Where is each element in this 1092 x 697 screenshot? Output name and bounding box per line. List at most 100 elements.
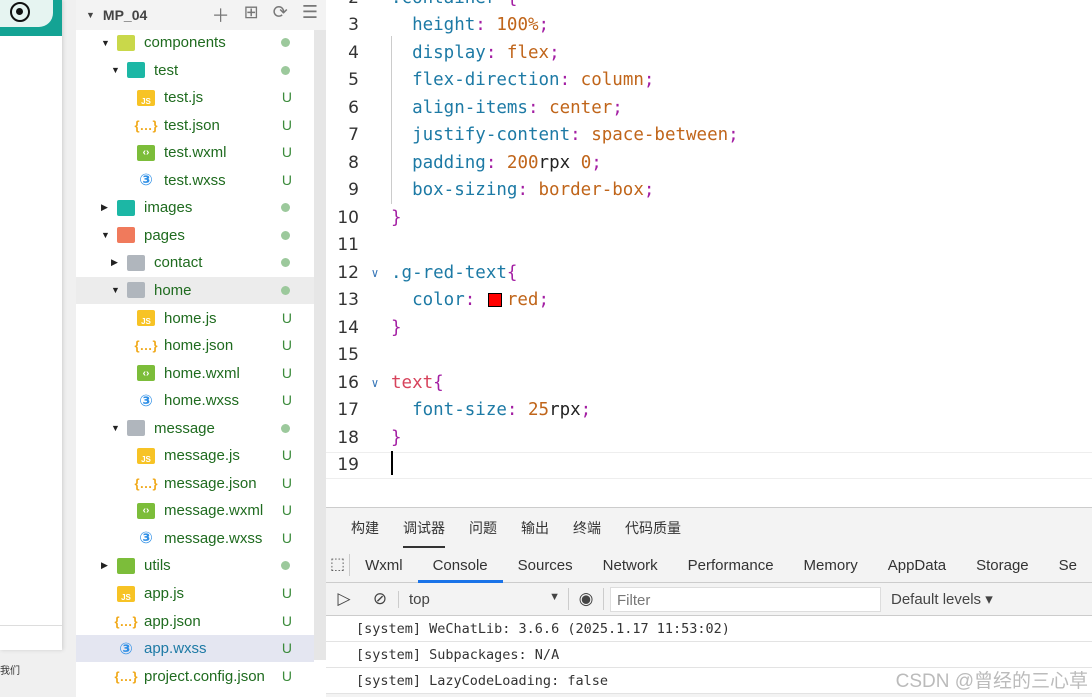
panel-tab[interactable]: 问题 — [469, 508, 497, 548]
tree-item[interactable]: {…} project.config.json U — [76, 663, 314, 690]
collapsed-arrow-icon[interactable]: ▶ — [111, 257, 121, 268]
code-line[interactable]: 13 color: red; — [326, 287, 1092, 314]
tree-item[interactable]: JS message.js U — [76, 442, 314, 469]
status-dot-icon — [281, 230, 290, 240]
clear-console-icon[interactable]: ⊘ — [362, 589, 398, 609]
code-line[interactable]: 6 align-items: center; — [326, 94, 1092, 121]
code-line[interactable]: 5 flex-direction: column; — [326, 67, 1092, 94]
tree-item[interactable]: JS home.js U — [76, 305, 314, 332]
code-line[interactable]: 19 — [326, 450, 1092, 479]
panel-tab[interactable]: 终端 — [573, 508, 601, 548]
tree-item[interactable]: ‹› message.wxml U — [76, 497, 314, 524]
devtools-tab[interactable]: Storage — [961, 548, 1044, 583]
devtools-tab[interactable]: AppData — [873, 548, 961, 583]
fold-arrow-icon[interactable]: ∨ — [359, 266, 391, 280]
new-file-icon[interactable]: ＋ — [212, 2, 230, 28]
tree-item[interactable]: ▶ images — [76, 194, 314, 221]
code-line[interactable]: 16 ∨ text{ — [326, 369, 1092, 396]
tree-item[interactable]: ③ home.wxss U — [76, 387, 314, 414]
devtools-tab[interactable]: Console — [417, 548, 503, 583]
code-token: } — [391, 427, 402, 448]
context-select[interactable]: top ▼ — [398, 590, 568, 608]
code-line[interactable]: 11 — [326, 232, 1092, 259]
expanded-arrow-icon[interactable]: ▼ — [101, 230, 111, 240]
line-number: 17 — [337, 400, 359, 420]
tree-item[interactable]: ▼ message — [76, 415, 314, 442]
tree-item[interactable]: ▼ home — [76, 276, 314, 304]
tree-item[interactable]: ③ app.wxss U — [76, 635, 314, 663]
devtools-tab[interactable]: Network — [588, 548, 673, 583]
expanded-arrow-icon[interactable]: ▼ — [111, 285, 121, 295]
devtools-tab[interactable]: Sources — [503, 548, 588, 583]
filter-input[interactable]: Filter — [610, 586, 881, 612]
folder-icon — [117, 199, 135, 216]
code-line[interactable]: 15 — [326, 342, 1092, 369]
tree-item[interactable]: ③ message.wxss U — [76, 525, 314, 552]
code-line[interactable]: 4 display: flex; — [326, 39, 1092, 66]
status-dot-icon — [281, 258, 290, 268]
tree-item[interactable]: {…} test.json U — [76, 112, 314, 139]
tree-item[interactable]: JS app.js U — [76, 580, 314, 607]
console-toolbar: ▷ ⊘ top ▼ ◉ Filter Default levels ▾ — [326, 583, 1092, 616]
git-status: U — [281, 364, 292, 381]
code-line[interactable]: 10} — [326, 204, 1092, 231]
tree-item[interactable]: ‹› home.wxml U — [76, 360, 314, 387]
code-token: border-box — [538, 180, 644, 200]
expanded-arrow-icon[interactable]: ▼ — [111, 65, 121, 75]
git-status: U — [281, 171, 292, 188]
tree-item[interactable]: ③ test.wxss U — [76, 167, 314, 194]
panel-tab[interactable]: 代码质量 — [625, 508, 681, 548]
tree-item[interactable]: ▶ utils — [76, 552, 314, 579]
simulator-capsule[interactable] — [0, 0, 53, 27]
devtools-tab[interactable]: Memory — [789, 548, 873, 583]
tree-item-label: message.json — [164, 474, 257, 492]
tree-item[interactable]: {…} home.json U — [76, 332, 314, 359]
code-line[interactable]: 9 box-sizing: border-box; — [326, 177, 1092, 204]
sidebar-toggle-icon[interactable]: ▷ — [326, 589, 362, 609]
line-number: 6 — [348, 97, 359, 118]
collapse-arrow-icon[interactable]: ▼ — [86, 10, 95, 20]
panel-tab[interactable]: 输出 — [521, 508, 549, 548]
code-line[interactable]: 12 ∨ .g-red-text{ — [326, 259, 1092, 286]
record-icon[interactable] — [10, 2, 30, 22]
eye-icon[interactable]: ◉ — [568, 588, 604, 610]
devtools-tab[interactable]: Wxml — [350, 548, 418, 583]
panel-tab[interactable]: 构建 — [351, 508, 379, 548]
tree-item[interactable]: JS test.js U — [76, 84, 314, 111]
tree-item[interactable]: {…} app.json U — [76, 608, 314, 635]
dropdown-arrow-icon: ▼ — [549, 590, 560, 603]
fold-arrow-icon[interactable]: ∨ — [359, 376, 391, 390]
panel-tab[interactable]: 调试器 — [403, 508, 445, 548]
devtools-tab[interactable]: Se — [1044, 548, 1092, 583]
color-swatch[interactable] — [487, 293, 502, 307]
code-token: : — [485, 42, 507, 63]
code-token: : — [485, 152, 507, 173]
tree-item[interactable]: ▼ components — [76, 29, 314, 56]
collapse-all-icon[interactable]: ☰ — [302, 2, 318, 28]
scrollbar[interactable] — [314, 30, 326, 660]
code-line[interactable]: 14} — [326, 314, 1092, 341]
tree-item[interactable]: ‹› test.wxml U — [76, 139, 314, 166]
collapsed-arrow-icon[interactable]: ▶ — [101, 560, 111, 571]
collapsed-arrow-icon[interactable]: ▶ — [101, 202, 111, 213]
tree-item[interactable]: ▼ pages — [76, 222, 314, 249]
expanded-arrow-icon[interactable]: ▼ — [101, 38, 111, 48]
code-line[interactable]: 7 justify-content: space-between; — [326, 122, 1092, 149]
expanded-arrow-icon[interactable]: ▼ — [111, 423, 121, 433]
code-line[interactable]: 17 font-size: 25rpx; — [326, 397, 1092, 424]
code-line[interactable]: 18} — [326, 424, 1092, 451]
inspect-element-icon[interactable]: ⬚ — [326, 554, 351, 576]
log-levels-dropdown[interactable]: Default levels ▾ — [891, 590, 993, 608]
git-status: U — [281, 337, 292, 354]
code-editor[interactable]: 2.container {3 height: 100%;4 display: f… — [326, 0, 1092, 507]
devtools-tab[interactable]: Performance — [673, 548, 789, 583]
code-line[interactable]: 3 height: 100%; — [326, 12, 1092, 39]
tree-item[interactable]: ▶ contact — [76, 249, 314, 276]
code-line[interactable]: 2 .container { — [326, 0, 1092, 11]
refresh-icon[interactable]: ⟳ — [273, 2, 288, 28]
code-line[interactable]: 8 padding: 200rpx 0; — [326, 149, 1092, 176]
new-folder-icon[interactable]: ⊞ — [244, 2, 259, 28]
tree-item[interactable]: ▼ test — [76, 57, 314, 84]
tree-item[interactable]: {…} message.json U — [76, 470, 314, 497]
